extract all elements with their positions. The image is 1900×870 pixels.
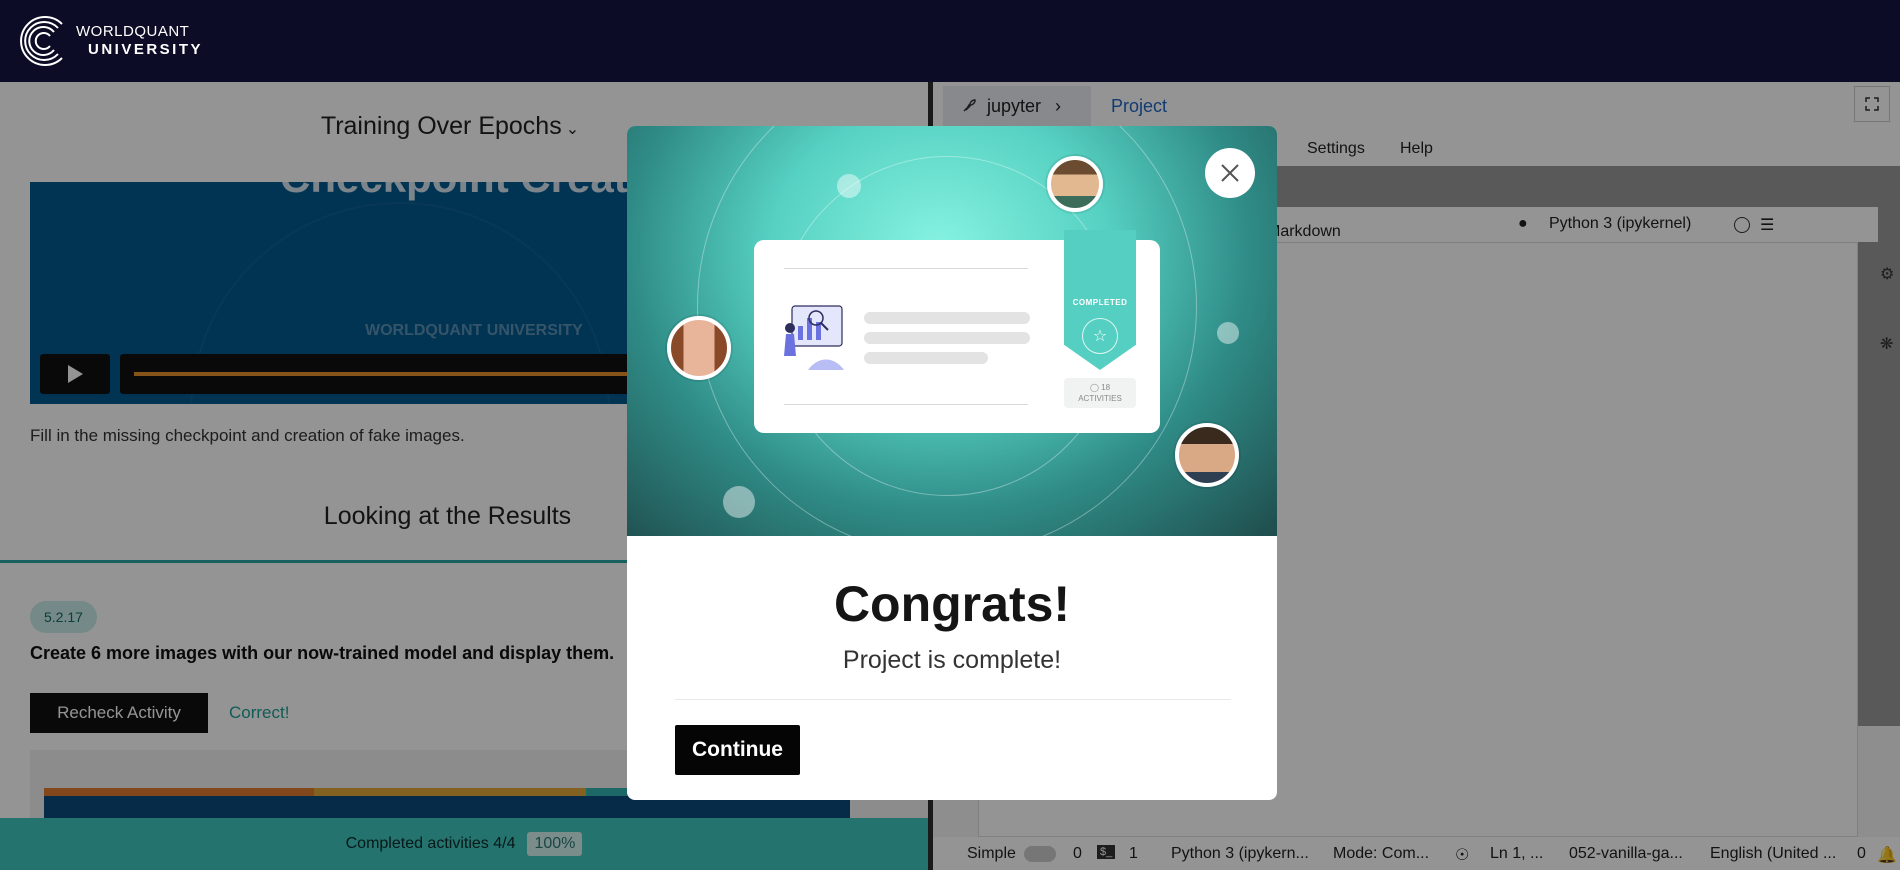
analytics-illustration-icon: [784, 305, 844, 370]
logo-text-line1: WORLDQUANT: [76, 23, 190, 40]
avatar: [1175, 423, 1239, 487]
star-icon: ☆: [1082, 318, 1118, 354]
orbit-dot: [723, 486, 755, 518]
orbit-dot: [837, 174, 861, 198]
modal-divider: [675, 699, 1231, 700]
modal-hero-illustration: COMPLETED ☆ ◯ 18 ACTIVITIES: [627, 126, 1277, 536]
modal-headline: Congrats!: [833, 576, 1071, 632]
card-divider: [784, 404, 1028, 405]
logo-rings-icon: [20, 16, 63, 66]
ribbon-label: COMPLETED: [1072, 298, 1128, 307]
orbit-dot: [1217, 322, 1239, 344]
activities-count: 18: [1101, 383, 1111, 392]
avatar: [1047, 156, 1103, 212]
completed-ribbon: COMPLETED ☆: [1064, 230, 1136, 370]
top-bar: WORLDQUANT UNIVERSITY: [0, 0, 1900, 82]
activities-label: ACTIVITIES: [1078, 394, 1122, 403]
certificate-card: COMPLETED ☆ ◯ 18 ACTIVITIES: [754, 230, 1160, 433]
close-modal-button[interactable]: [1205, 148, 1255, 198]
continue-button[interactable]: Continue: [675, 725, 800, 775]
close-icon: [1221, 164, 1239, 182]
logo-text-line2: UNIVERSITY: [88, 41, 204, 58]
skeleton-line: [864, 332, 1030, 344]
card-divider: [784, 268, 1028, 269]
modal-subtext: Project is complete!: [842, 646, 1062, 674]
congrats-modal: COMPLETED ☆ ◯ 18 ACTIVITIES Congrats! Pr…: [627, 126, 1277, 800]
avatar: [667, 316, 731, 380]
skeleton-line: [864, 312, 1030, 324]
skeleton-line: [864, 352, 988, 364]
worldquant-logo[interactable]: WORLDQUANT UNIVERSITY: [16, 10, 203, 72]
activities-pill: ◯ 18 ACTIVITIES: [1064, 378, 1136, 408]
